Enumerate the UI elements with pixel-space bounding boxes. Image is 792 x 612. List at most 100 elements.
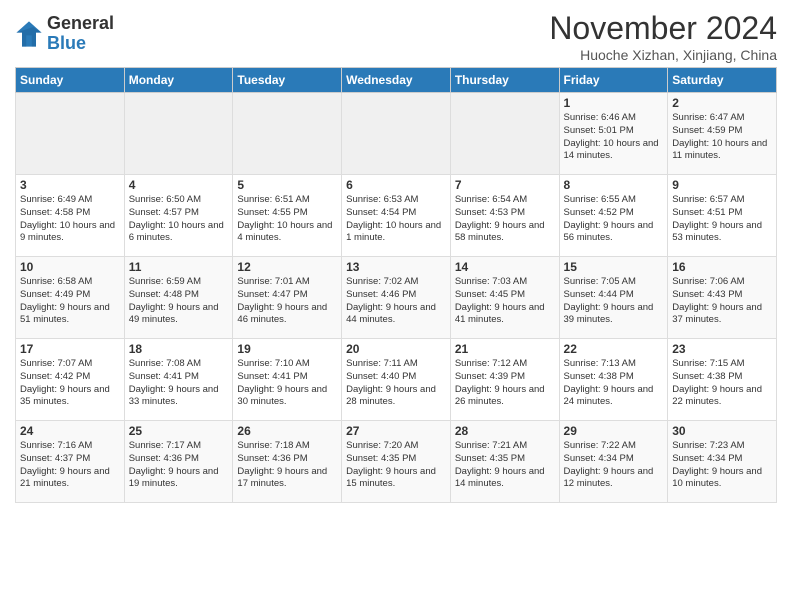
day-info: Daylight: 9 hours and 21 minutes. xyxy=(20,466,120,492)
day-info: Daylight: 9 hours and 58 minutes. xyxy=(455,220,555,246)
day-info: Sunrise: 7:15 AM xyxy=(672,358,772,371)
calendar-cell: 22Sunrise: 7:13 AMSunset: 4:38 PMDayligh… xyxy=(559,339,668,421)
day-info: Sunrise: 6:55 AM xyxy=(564,194,664,207)
day-info: Sunrise: 7:06 AM xyxy=(672,276,772,289)
calendar-cell: 13Sunrise: 7:02 AMSunset: 4:46 PMDayligh… xyxy=(342,257,451,339)
calendar-cell: 12Sunrise: 7:01 AMSunset: 4:47 PMDayligh… xyxy=(233,257,342,339)
day-info: Daylight: 10 hours and 11 minutes. xyxy=(672,138,772,164)
calendar-week-3: 10 Sunrise: 6:58 AMSunset: 4:49 PM Dayligh… xyxy=(16,257,777,339)
day-info: Sunset: 4:35 PM xyxy=(346,453,446,466)
day-info: Sunrise: 6:53 AM xyxy=(346,194,446,207)
day-number: 15 xyxy=(564,260,664,274)
title-block: November 2024 Huoche Xizhan, Xinjiang, C… xyxy=(549,10,777,63)
day-number: 16 xyxy=(672,260,772,274)
calendar-cell: 17Sunrise: 7:07 AMSunset: 4:42 PMDayligh… xyxy=(16,339,125,421)
day-number: 24 xyxy=(20,424,120,438)
location-subtitle: Huoche Xizhan, Xinjiang, China xyxy=(549,47,777,63)
day-number: 27 xyxy=(346,424,446,438)
day-info: Sunset: 4:40 PM xyxy=(346,371,446,384)
day-number: 25 xyxy=(129,424,229,438)
day-info: Sunset: 4:53 PM xyxy=(455,207,555,220)
day-info: Sunset: 4:58 PM xyxy=(20,207,120,220)
day-info: Daylight: 9 hours and 12 minutes. xyxy=(564,466,664,492)
day-number: 23 xyxy=(672,342,772,356)
day-info: Daylight: 9 hours and 49 minutes. xyxy=(129,302,229,328)
calendar-week-2: 3 Sunrise: 6:49 AMSunset: 4:58 PM Daylight… xyxy=(16,175,777,257)
day-number: 5 xyxy=(237,178,337,192)
day-info: Sunrise: 7:05 AM xyxy=(564,276,664,289)
calendar-cell: 7Sunrise: 6:54 AMSunset: 4:53 PMDaylight… xyxy=(450,175,559,257)
day-info: Sunset: 4:42 PM xyxy=(20,371,120,384)
calendar-cell: 24Sunrise: 7:16 AMSunset: 4:37 PMDayligh… xyxy=(16,421,125,503)
day-info: Sunset: 4:52 PM xyxy=(564,207,664,220)
day-info: Sunset: 5:01 PM xyxy=(564,125,664,138)
day-info: Sunrise: 7:20 AM xyxy=(346,440,446,453)
calendar-cell: 6 Sunrise: 6:53 AMSunset: 4:54 PMDaylight… xyxy=(342,175,451,257)
day-info: Sunset: 4:43 PM xyxy=(672,289,772,302)
day-info: Sunrise: 7:01 AM xyxy=(237,276,337,289)
header-friday: Friday xyxy=(559,68,668,93)
calendar-cell: 14Sunrise: 7:03 AMSunset: 4:45 PMDayligh… xyxy=(450,257,559,339)
day-info: Sunset: 4:36 PM xyxy=(129,453,229,466)
day-info: Daylight: 9 hours and 22 minutes. xyxy=(672,384,772,410)
day-info: Daylight: 9 hours and 53 minutes. xyxy=(672,220,772,246)
day-number: 3 xyxy=(20,178,120,192)
calendar-cell xyxy=(16,93,125,175)
page-container: General Blue November 2024 Huoche Xizhan… xyxy=(0,0,792,511)
day-info: Daylight: 9 hours and 44 minutes. xyxy=(346,302,446,328)
day-number: 29 xyxy=(564,424,664,438)
day-info: Daylight: 10 hours and 1 minute. xyxy=(346,220,446,246)
day-info: Sunrise: 6:51 AM xyxy=(237,194,337,207)
day-info: Sunrise: 6:49 AM xyxy=(20,194,120,207)
day-number: 28 xyxy=(455,424,555,438)
calendar-cell: 21Sunrise: 7:12 AMSunset: 4:39 PMDayligh… xyxy=(450,339,559,421)
day-info: Sunset: 4:49 PM xyxy=(20,289,120,302)
day-number: 18 xyxy=(129,342,229,356)
day-info: Sunset: 4:59 PM xyxy=(672,125,772,138)
day-info: Sunset: 4:57 PM xyxy=(129,207,229,220)
day-info: Daylight: 9 hours and 19 minutes. xyxy=(129,466,229,492)
calendar-cell: 9Sunrise: 6:57 AMSunset: 4:51 PMDaylight… xyxy=(668,175,777,257)
day-number: 2 xyxy=(672,96,772,110)
calendar-cell: 10Sunrise: 6:58 AMSunset: 4:49 PMDayligh… xyxy=(16,257,125,339)
day-info: Sunset: 4:55 PM xyxy=(237,207,337,220)
day-info: Sunrise: 7:21 AM xyxy=(455,440,555,453)
day-number: 11 xyxy=(129,260,229,274)
day-info: Daylight: 9 hours and 30 minutes. xyxy=(237,384,337,410)
header: General Blue November 2024 Huoche Xizhan… xyxy=(15,10,777,63)
day-number: 10 xyxy=(20,260,120,274)
day-info: Sunrise: 7:12 AM xyxy=(455,358,555,371)
day-number: 4 xyxy=(129,178,229,192)
day-info: Sunrise: 7:03 AM xyxy=(455,276,555,289)
calendar-cell: 11Sunrise: 6:59 AMSunset: 4:48 PMDayligh… xyxy=(124,257,233,339)
day-info: Daylight: 9 hours and 37 minutes. xyxy=(672,302,772,328)
day-info: Sunset: 4:38 PM xyxy=(672,371,772,384)
day-number: 9 xyxy=(672,178,772,192)
day-number: 6 xyxy=(346,178,446,192)
day-info: Sunset: 4:44 PM xyxy=(564,289,664,302)
calendar-cell: 27Sunrise: 7:20 AMSunset: 4:35 PMDayligh… xyxy=(342,421,451,503)
day-info: Sunset: 4:35 PM xyxy=(455,453,555,466)
day-info: Sunrise: 6:50 AM xyxy=(129,194,229,207)
header-tuesday: Tuesday xyxy=(233,68,342,93)
day-info: Sunset: 4:54 PM xyxy=(346,207,446,220)
calendar-week-1: 1Sunrise: 6:46 AMSunset: 5:01 PMDaylight… xyxy=(16,93,777,175)
day-info: Sunrise: 6:58 AM xyxy=(20,276,120,289)
day-info: Daylight: 10 hours and 14 minutes. xyxy=(564,138,664,164)
day-info: Sunset: 4:34 PM xyxy=(564,453,664,466)
day-info: Sunset: 4:39 PM xyxy=(455,371,555,384)
day-info: Sunset: 4:41 PM xyxy=(237,371,337,384)
header-thursday: Thursday xyxy=(450,68,559,93)
day-number: 13 xyxy=(346,260,446,274)
calendar-cell xyxy=(450,93,559,175)
calendar-cell xyxy=(233,93,342,175)
calendar-cell: 4Sunrise: 6:50 AMSunset: 4:57 PMDaylight… xyxy=(124,175,233,257)
calendar-cell: 23 Sunrise: 7:15 AMSunset: 4:38 PMDayligh… xyxy=(668,339,777,421)
day-info: Daylight: 9 hours and 46 minutes. xyxy=(237,302,337,328)
header-saturday: Saturday xyxy=(668,68,777,93)
calendar-cell: 15Sunrise: 7:05 AMSunset: 4:44 PMDayligh… xyxy=(559,257,668,339)
day-info: Daylight: 9 hours and 24 minutes. xyxy=(564,384,664,410)
day-number: 22 xyxy=(564,342,664,356)
day-info: Sunrise: 7:17 AM xyxy=(129,440,229,453)
day-info: Daylight: 9 hours and 10 minutes. xyxy=(672,466,772,492)
